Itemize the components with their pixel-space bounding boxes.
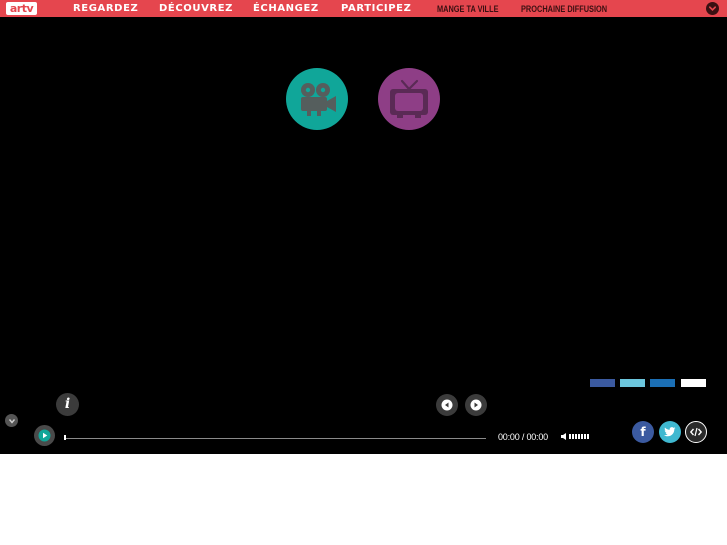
volume-level-bars[interactable] [569,434,589,439]
previous-icon [441,399,453,411]
embed-code-icon [690,427,702,437]
info-icon: i [64,396,71,412]
menu-toggle-button[interactable] [706,2,719,15]
film-camera-icon [301,83,336,116]
twitter-share-tile[interactable] [620,379,645,387]
vimeo-share-tile[interactable] [650,379,675,387]
film-mode-button[interactable] [286,68,348,130]
next-button[interactable] [465,394,487,416]
progress-bar[interactable] [64,438,486,439]
volume-bar [578,434,580,439]
nav-item-echangez[interactable]: ÉCHANGEZ [253,3,319,15]
facebook-share-tile[interactable] [590,379,615,387]
play-icon [38,429,51,442]
artv-logo[interactable]: artv [6,2,37,15]
embed-share-button[interactable] [685,421,707,443]
next-icon [470,399,482,411]
email-share-tile[interactable] [681,379,706,387]
facebook-share-button[interactable]: f [632,421,654,443]
total-time: 00:00 [526,432,548,442]
progress-handle[interactable] [64,435,66,440]
collapse-button[interactable] [5,414,18,427]
nav-item-participez[interactable]: PARTICIPEZ [341,3,411,15]
twitter-share-button[interactable] [659,421,681,443]
volume-bar [572,434,574,439]
nav-item-mange-ta-ville[interactable]: MANGE TA VILLE [437,3,499,15]
chevron-down-icon [708,6,717,11]
time-readout: 00:00 / 00:00 [498,431,548,443]
chevron-down-icon [8,418,15,424]
twitter-icon [664,427,676,437]
volume-bar [569,434,571,439]
page: artv REGARDEZ DÉCOUVREZ ÉCHANGEZ PARTICI… [0,0,727,545]
volume-bar [581,434,583,439]
nav-item-decouvrez[interactable]: DÉCOUVREZ [159,3,233,15]
volume-bar [584,434,586,439]
volume-control[interactable] [561,432,589,441]
video-player: i 00:00 / 00:00 f [0,17,727,454]
tv-mode-button[interactable] [378,68,440,130]
television-icon [390,79,428,118]
nav-item-regardez[interactable]: REGARDEZ [73,3,138,15]
play-button[interactable] [34,425,55,446]
previous-button[interactable] [436,394,458,416]
nav-item-prochaine-diffusion[interactable]: PROCHAINE DIFFUSION [521,3,607,15]
top-nav-bar: artv REGARDEZ DÉCOUVREZ ÉCHANGEZ PARTICI… [0,0,727,17]
volume-bar [587,434,589,439]
volume-bar [575,434,577,439]
info-button[interactable]: i [56,393,79,416]
speaker-icon [561,433,566,440]
current-time: 00:00 [498,432,520,442]
facebook-icon: f [640,425,646,439]
